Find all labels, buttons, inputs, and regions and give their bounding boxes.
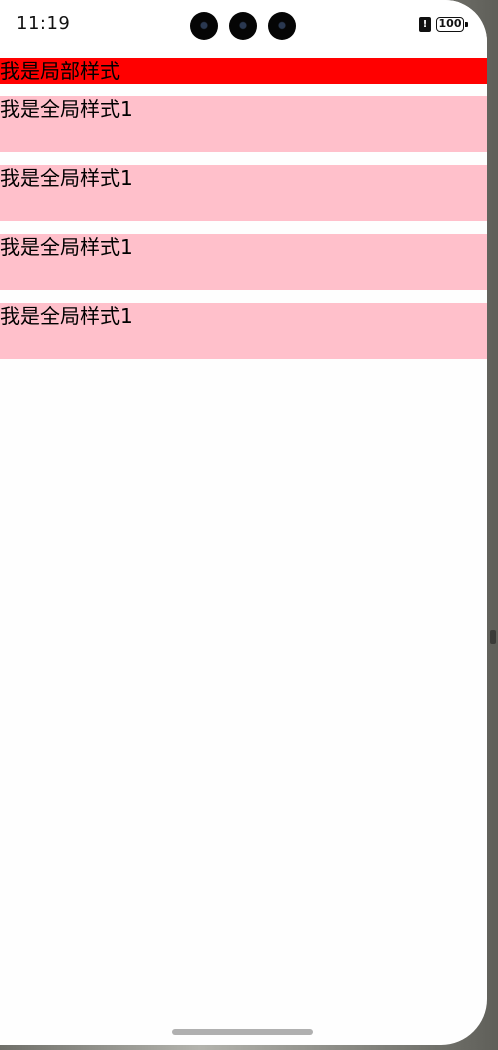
phone-screen: 11:19 ! 100 我是局部样式 我是全局样式1 我是全局样式1 我是全局样… xyxy=(0,0,487,1045)
global-style-text: 我是全局样式1 xyxy=(0,303,487,359)
phone-device: 11:19 ! 100 我是局部样式 我是全局样式1 我是全局样式1 我是全局样… xyxy=(0,0,498,1050)
battery-icon: 100 xyxy=(436,17,468,32)
home-indicator[interactable] xyxy=(172,1029,313,1035)
camera-icon xyxy=(229,12,257,40)
local-style-text: 我是局部样式 xyxy=(0,58,487,84)
global-style-text: 我是全局样式1 xyxy=(0,234,487,290)
camera-icon xyxy=(268,12,296,40)
main-content: 我是局部样式 我是全局样式1 我是全局样式1 我是全局样式1 我是全局样式1 xyxy=(0,58,487,372)
global-style-text: 我是全局样式1 xyxy=(0,165,487,221)
alert-icon: ! xyxy=(419,17,431,32)
global-style-text: 我是全局样式1 xyxy=(0,96,487,152)
status-bar: 11:19 ! 100 xyxy=(0,0,487,52)
side-button xyxy=(490,630,496,644)
camera-icon xyxy=(190,12,218,40)
status-time: 11:19 xyxy=(16,13,71,34)
